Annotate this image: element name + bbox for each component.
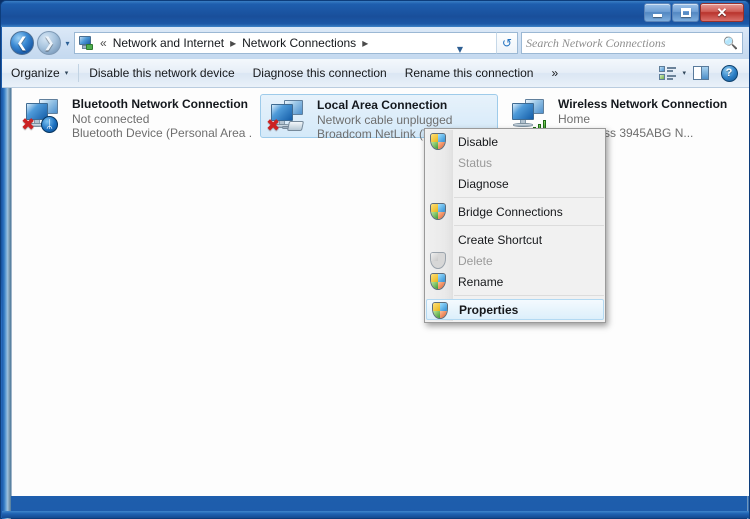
menu-item-label: Disable — [458, 134, 499, 149]
chevron-down-icon: ▾ — [64, 69, 69, 77]
close-button[interactable]: ✕ — [700, 3, 744, 22]
refresh-button[interactable]: ↺ — [496, 32, 518, 54]
view-layout-icon — [658, 66, 676, 80]
breadcrumb-item-network-and-internet[interactable]: Network and Internet — [111, 35, 226, 51]
menu-item-properties[interactable]: Properties — [426, 299, 604, 320]
minimize-button[interactable] — [644, 3, 671, 22]
breadcrumb-leading-chevron: « — [100, 36, 107, 50]
recent-pages-dropdown[interactable]: ▾ — [63, 39, 72, 48]
toolbar-overflow-button[interactable]: » — [542, 63, 567, 83]
menu-item-delete: Delete — [425, 250, 605, 271]
uac-shield-icon — [430, 273, 446, 290]
breadcrumb-item-network-connections[interactable]: Network Connections — [240, 35, 358, 51]
organize-label: Organize — [11, 66, 60, 80]
disable-device-button[interactable]: Disable this network device — [80, 63, 243, 83]
connection-tile[interactable]: ✖ ᛦ Bluetooth Network Connection Not connec… — [16, 94, 256, 140]
menu-separator — [454, 197, 604, 198]
search-box[interactable]: Search Network Connections 🔍 — [521, 32, 743, 54]
breadcrumb-separator-2[interactable]: ▸ — [358, 37, 372, 49]
forward-arrow-icon: ❯ — [43, 35, 55, 51]
network-adapter-icon: ✖ ᛦ — [20, 96, 68, 136]
toolbar-divider — [78, 64, 80, 82]
uac-shield-icon — [430, 133, 446, 150]
connection-name: Local Area Connection — [317, 98, 448, 112]
network-folder-icon — [78, 35, 94, 51]
menu-item-label: Rename — [458, 274, 504, 289]
maximize-icon — [673, 4, 698, 21]
uac-shield-icon — [430, 203, 446, 220]
back-button[interactable]: ❮ — [10, 31, 34, 55]
refresh-icon: ↺ — [501, 36, 513, 50]
back-arrow-icon: ❮ — [16, 35, 28, 51]
view-chevron-down-icon[interactable]: ▾ — [682, 69, 686, 77]
menu-item-label: Status — [458, 155, 493, 170]
change-view-button[interactable] — [654, 62, 680, 84]
menu-item-label: Create Shortcut — [458, 232, 543, 247]
connections-list: ✖ ᛦ Bluetooth Network Connection Not connec… — [11, 88, 749, 496]
connection-device: Bluetooth Device (Personal Area ... — [72, 126, 252, 140]
menu-item-label: Delete — [458, 253, 493, 268]
uac-shield-icon — [430, 252, 446, 269]
network-adapter-icon: ✖ — [265, 97, 313, 137]
command-toolbar: Organize ▾ Disable this network device D… — [2, 59, 749, 88]
address-history-caret[interactable]: ▼ — [450, 39, 470, 59]
menu-item-disable[interactable]: Disable — [425, 131, 605, 152]
preview-pane-button[interactable] — [688, 62, 714, 84]
uac-shield-icon — [432, 302, 448, 319]
menu-item-bridge-connections[interactable]: Bridge Connections — [425, 201, 605, 222]
organize-button[interactable]: Organize ▾ — [2, 63, 77, 83]
connection-name: Bluetooth Network Connection — [72, 97, 248, 111]
preview-pane-icon — [693, 66, 709, 80]
toolbar-right-group: ▾ ? — [654, 62, 749, 84]
disconnected-x-icon: ✖ — [266, 116, 281, 136]
window-bottom-frame — [2, 511, 749, 518]
close-icon: ✕ — [716, 4, 728, 20]
connection-text: Bluetooth Network Connection Not connecte… — [68, 96, 252, 140]
menu-item-rename[interactable]: Rename — [425, 271, 605, 292]
minimize-icon — [645, 4, 670, 21]
search-input[interactable]: Search Network Connections — [526, 36, 723, 51]
connection-status: Network cable unplugged — [317, 113, 453, 127]
breadcrumb[interactable]: « Network and Internet ▸ Network Connect… — [74, 32, 496, 54]
menu-item-diagnose[interactable]: Diagnose — [425, 173, 605, 194]
connection-status: Not connected — [72, 112, 150, 126]
window-left-frame — [2, 88, 11, 519]
search-icon: 🔍 — [723, 36, 738, 50]
menu-item-create-shortcut[interactable]: Create Shortcut — [425, 229, 605, 250]
menu-item-label: Bridge Connections — [458, 204, 563, 219]
forward-button[interactable]: ❯ — [37, 31, 61, 55]
bluetooth-icon: ᛦ — [41, 116, 58, 133]
breadcrumb-separator-1[interactable]: ▸ — [226, 37, 240, 49]
help-button[interactable]: ? — [716, 62, 742, 84]
menu-item-label: Properties — [459, 302, 519, 317]
diagnose-connection-button[interactable]: Diagnose this connection — [244, 63, 396, 83]
menu-item-status: Status — [425, 152, 605, 173]
title-bar: ✕ — [1, 1, 749, 27]
connection-name: Wireless Network Connection — [558, 97, 728, 111]
ethernet-cable-icon — [282, 119, 306, 134]
explorer-window: ✕ ❮ ❯ ▾ « Network and Internet ▸ Network… — [0, 0, 750, 519]
context-menu: Disable Status Diagnose Bridge Connections C… — [424, 128, 606, 323]
menu-separator — [454, 225, 604, 226]
maximize-button[interactable] — [672, 3, 699, 22]
disconnected-x-icon: ✖ — [21, 115, 36, 135]
connection-status: Home — [558, 112, 591, 126]
address-bar: ❮ ❯ ▾ « Network and Internet ▸ Network C… — [2, 27, 749, 59]
menu-item-label: Diagnose — [458, 176, 509, 191]
window-controls: ✕ — [644, 3, 744, 23]
rename-connection-button[interactable]: Rename this connection — [396, 63, 543, 83]
help-icon: ? — [720, 64, 738, 82]
menu-separator — [454, 295, 604, 296]
